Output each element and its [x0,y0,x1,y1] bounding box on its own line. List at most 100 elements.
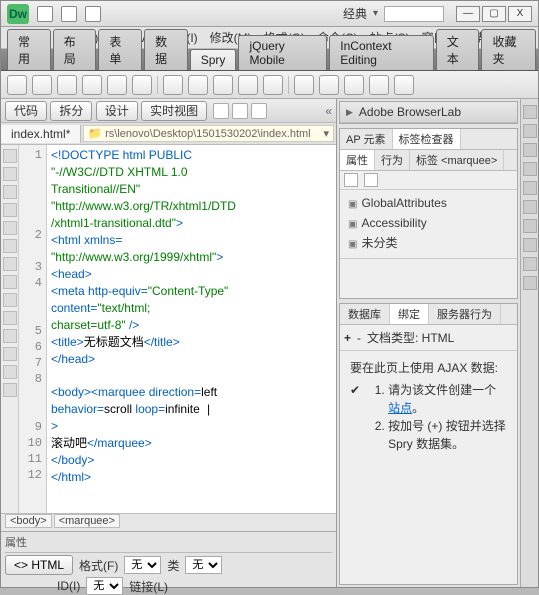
category-tab[interactable]: 常用 [7,29,51,70]
toolbar-button[interactable] [369,75,389,95]
category-tab[interactable]: 布局 [53,29,97,70]
browser-preview-icon[interactable] [251,103,267,119]
category-view-icon[interactable] [344,173,358,187]
workspace-dropdown-icon[interactable]: ▾ [373,8,378,19]
css-tab[interactable]: 行为 [375,150,410,170]
code-tool-button[interactable] [3,293,17,307]
css-tab[interactable]: 属性 [340,150,375,170]
bindings-tab[interactable]: 服务器行为 [429,304,501,324]
code-tool-button[interactable] [3,347,17,361]
dock-icon[interactable] [523,105,537,119]
toolbar-button[interactable] [7,75,27,95]
attribute-grid[interactable] [340,258,517,298]
dock-icon[interactable] [523,200,537,214]
site-icon[interactable] [85,6,101,22]
dock-icon[interactable] [523,276,537,290]
ap-tab[interactable]: AP 元素 [340,129,393,149]
attribute-list: ▣GlobalAttributes▣Accessibility▣未分类 [340,190,517,258]
code-tool-button[interactable] [3,257,17,271]
panel-browserlab-header[interactable]: ▶ Adobe BrowserLab [340,102,517,123]
extend-icon[interactable] [61,6,77,22]
toolbar-button[interactable] [32,75,52,95]
layout-icon[interactable] [37,6,53,22]
code-tool-button[interactable] [3,329,17,343]
list-view-icon[interactable] [364,173,378,187]
html-mode-button[interactable]: <> HTML [5,555,73,575]
ap-tab[interactable]: 标签检查器 [393,129,461,149]
code-tool-button[interactable] [3,203,17,217]
toolbar-button[interactable] [107,75,127,95]
category-tab[interactable]: 文本 [436,29,480,70]
bindings-tabs: 数据库绑定服务器行为 [340,304,517,325]
toolbar-button[interactable] [163,75,183,95]
category-tab[interactable]: jQuery Mobile [238,35,327,70]
add-binding-button[interactable]: + [344,331,351,345]
category-tab[interactable]: Spry [190,49,237,70]
dock-icon[interactable] [523,143,537,157]
code-tool-button[interactable] [3,149,17,163]
toolbar-button[interactable] [394,75,414,95]
path-dropdown-icon[interactable]: ▾ [323,127,329,140]
toolbar-button[interactable] [82,75,102,95]
dock-icon[interactable] [523,181,537,195]
attribute-group[interactable]: ▣Accessibility [344,214,513,234]
remove-binding-button[interactable]: - [357,331,361,345]
attribute-group[interactable]: ▣GlobalAttributes [344,194,513,214]
tag-path-item[interactable]: <marquee> [54,514,120,528]
view-extra-icons [213,103,267,119]
panel-browserlab: ▶ Adobe BrowserLab [339,101,518,124]
tag-path-item[interactable]: <body> [5,514,52,528]
dock-icon[interactable] [523,257,537,271]
toolbar-button[interactable] [188,75,208,95]
category-tab[interactable]: 表单 [98,29,142,70]
bindings-tab[interactable]: 绑定 [390,304,429,324]
dock-icon[interactable] [523,162,537,176]
view-button[interactable]: 代码 [5,101,47,121]
multiscreen-icon[interactable] [232,103,248,119]
title-icon-group [37,6,101,22]
bindings-tab[interactable]: 数据库 [340,304,390,324]
code-tool-button[interactable] [3,239,17,253]
code-tool-button[interactable] [3,365,17,379]
view-button[interactable]: 实时视图 [141,101,207,121]
code-tool-button[interactable] [3,275,17,289]
category-tab[interactable]: 收藏夹 [481,29,536,70]
id-select[interactable]: 无 [86,577,123,595]
maximize-button[interactable]: ▢ [482,6,506,22]
toolbar-button[interactable] [263,75,283,95]
toolbar-button[interactable] [294,75,314,95]
toolbar-button[interactable] [132,75,152,95]
bindings-steps: 请为该文件创建一个站点。按加号 (+) 按钮并选择Spry 数据集。 [366,381,507,453]
minimize-button[interactable]: — [456,6,480,22]
code-tool-button[interactable] [3,311,17,325]
bindings-message: 要在此页上使用 AJAX 数据: [350,359,507,377]
document-tab[interactable]: index.html* [1,125,81,143]
category-tab[interactable]: InContext Editing [329,35,434,70]
doc-type-label: 文档类型: HTML [367,329,454,346]
close-button[interactable]: X [508,6,532,22]
code-tool-button[interactable] [3,221,17,235]
toolbar-button[interactable] [238,75,258,95]
code-area[interactable]: <!DOCTYPE html PUBLIC"-//W3C//DTD XHTML … [47,145,336,513]
dock-icon[interactable] [523,238,537,252]
dock-icon[interactable] [523,124,537,138]
panel-collapse-icon[interactable]: « [325,104,332,118]
css-tab[interactable]: 标签 <marquee> [410,150,504,170]
code-tool-button[interactable] [3,167,17,181]
category-tab[interactable]: 数据 [144,29,188,70]
format-select[interactable]: 无 [124,556,161,574]
view-button[interactable]: 拆分 [50,101,92,121]
code-tool-button[interactable] [3,383,17,397]
toolbar-button[interactable] [57,75,77,95]
inspect-icon[interactable] [213,103,229,119]
view-button[interactable]: 设计 [96,101,138,121]
code-tool-button[interactable] [3,185,17,199]
toolbar-button[interactable] [344,75,364,95]
toolbar-button[interactable] [319,75,339,95]
attribute-group[interactable]: ▣未分类 [344,234,513,254]
workspace-label[interactable]: 经典 [343,5,367,22]
dock-icon[interactable] [523,219,537,233]
toolbar-button[interactable] [213,75,233,95]
class-select[interactable]: 无 [185,556,222,574]
search-input[interactable] [384,6,444,22]
